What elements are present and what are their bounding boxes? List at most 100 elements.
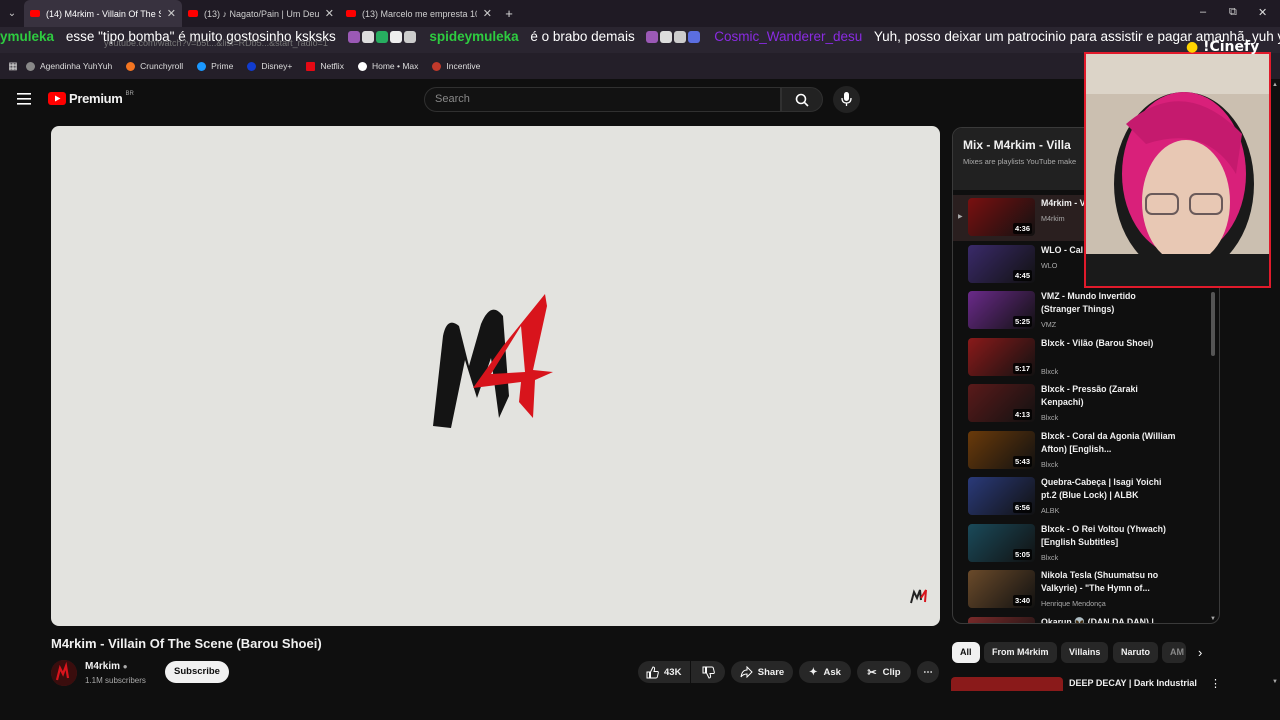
playlist-item-channel: WLO: [1041, 261, 1058, 270]
playlist-item-title[interactable]: VMZ - Mundo Invertido (Stranger Things): [1041, 290, 1176, 316]
chat-username: ymuleka: [0, 29, 55, 44]
share-button[interactable]: Share: [731, 661, 793, 683]
playlist-item[interactable]: 5:25 VMZ - Mundo Invertido (Stranger Thin…: [953, 288, 1211, 334]
bookmark-item[interactable]: Prime: [197, 61, 233, 71]
ask-button[interactable]: ✦ Ask: [799, 661, 851, 683]
playlist-item-title[interactable]: Blxck - O Rei Voltou (Yhwach) [English S…: [1041, 523, 1176, 549]
playlist-thumbnail[interactable]: 4:13: [968, 384, 1035, 422]
browser-tab[interactable]: (14) M4rkim - Villain Of The Sc ✕: [24, 0, 182, 27]
page-scroll-up-icon[interactable]: ▲: [1272, 82, 1278, 88]
playlist-item-channel: ALBK: [1041, 506, 1060, 515]
channel-watermark-icon[interactable]: [909, 588, 929, 604]
duration-badge: 3:40: [1012, 595, 1032, 606]
scrollbar-thumb[interactable]: [1211, 292, 1215, 356]
close-icon[interactable]: ✕: [325, 7, 334, 20]
apps-grid-icon[interactable]: ▦: [0, 61, 26, 72]
playlist-item-channel: Blxck: [1041, 413, 1059, 422]
playlist-item-title[interactable]: Blxck - Pressão (Zaraki Kenpachi): [1041, 383, 1176, 409]
new-tab-button[interactable]: +: [498, 6, 520, 21]
browser-tab[interactable]: (13) Marcelo me empresta 100 ✕: [340, 0, 498, 27]
recommended-thumbnail[interactable]: [951, 677, 1063, 691]
streamer-webcam: [1084, 52, 1271, 288]
playlist-thumbnail[interactable]: 5:43: [968, 431, 1035, 469]
playlist-thumbnail[interactable]: 5:25: [968, 291, 1035, 329]
bookmark-item[interactable]: Disney+: [247, 61, 292, 71]
search-button[interactable]: [781, 87, 823, 112]
bookmark-label: Crunchyroll: [140, 61, 184, 71]
close-icon[interactable]: ✕: [167, 7, 176, 20]
incentive-icon: [432, 61, 442, 71]
playlist-thumbnail[interactable]: 5:17: [968, 338, 1035, 376]
chip-all[interactable]: All: [952, 642, 980, 663]
playlist-item[interactable]: 4:13 Blxck - Pressão (Zaraki Kenpachi) Blx…: [953, 381, 1211, 427]
chat-emotes: [347, 29, 422, 44]
playlist-item[interactable]: 5:43 Blxck - Coral da Agonia (William Aft…: [953, 428, 1211, 474]
recommended-title[interactable]: DEEP DECAY | Dark Industrial: [1069, 678, 1197, 688]
playlist-thumbnail[interactable]: 6:56: [968, 477, 1035, 515]
close-icon[interactable]: ✕: [483, 7, 492, 20]
chip-am[interactable]: AM: [1162, 642, 1186, 663]
playlist-thumbnail[interactable]: [968, 617, 1035, 623]
playlist-item-title[interactable]: Okarun 👽 (DAN DA DAN) |: [1041, 616, 1176, 623]
menu-icon[interactable]: [17, 93, 31, 105]
dislike-button[interactable]: [691, 661, 725, 683]
bookmark-label: Home • Max: [371, 61, 419, 71]
stream-brand-label: ● !Cinefy: [1186, 39, 1259, 55]
video-player[interactable]: [51, 126, 940, 626]
channel-name[interactable]: M4rkim ●: [85, 661, 128, 672]
globe-icon: [26, 61, 35, 71]
bookmark-item[interactable]: Agendinha YuhYuh: [26, 61, 112, 71]
voice-search-button[interactable]: [833, 86, 860, 113]
search-input[interactable]: Search: [424, 87, 781, 112]
minimize-icon[interactable]: –: [1200, 6, 1206, 18]
chip-villains[interactable]: Villains: [1061, 642, 1109, 663]
clip-button[interactable]: ✂ Clip: [857, 661, 911, 683]
playlist-item-title[interactable]: Blxck - Vilão (Barou Shoei): [1041, 337, 1176, 350]
subscribe-button[interactable]: Subscribe: [165, 661, 229, 683]
playlist-item[interactable]: Okarun 👽 (DAN DA DAN) |: [953, 614, 1211, 623]
like-button[interactable]: 43K: [638, 661, 690, 683]
chevron-right-icon[interactable]: ›: [1198, 645, 1202, 660]
logo-text: Premium: [69, 91, 123, 106]
tab-title: (14) M4rkim - Villain Of The Sc: [46, 8, 161, 19]
playlist-item[interactable]: 6:56 Quebra-Cabeça | Isagi Yoichi pt.2 (B…: [953, 474, 1211, 520]
chip-naruto[interactable]: Naruto: [1113, 642, 1158, 663]
playlist-item-channel: M4rkim: [1041, 214, 1065, 223]
playlist-item[interactable]: 5:17 Blxck - Vilão (Barou Shoei) Blxck: [953, 335, 1211, 381]
chip-from-channel[interactable]: From M4rkim: [984, 642, 1057, 663]
duration-badge: 5:25: [1012, 316, 1032, 327]
mic-icon: [841, 92, 852, 106]
youtube-premium-logo[interactable]: Premium BR: [48, 91, 134, 106]
more-vert-icon[interactable]: ⋮: [1210, 677, 1221, 690]
close-window-icon[interactable]: ✕: [1258, 6, 1267, 19]
playlist-thumbnail[interactable]: 3:40: [968, 570, 1035, 608]
bookmark-label: Agendinha YuhYuh: [40, 61, 113, 71]
youtube-icon: [30, 10, 40, 17]
playlist-item[interactable]: 5:05 Blxck - O Rei Voltou (Yhwach) [Engli…: [953, 521, 1211, 567]
playlist-item[interactable]: 3:40 Nikola Tesla (Shuumatsu no Valkyrie)…: [953, 567, 1211, 613]
browser-tab[interactable]: (13) ♪ Nagato/Pain | Um Deus | ✕: [182, 0, 340, 27]
bookmark-item[interactable]: Netflix: [306, 61, 344, 71]
tab-search-icon[interactable]: ⌄: [0, 8, 24, 19]
bookmark-item[interactable]: Incentive: [432, 61, 480, 71]
channel-avatar[interactable]: [51, 660, 77, 686]
bookmark-item[interactable]: Home • Max: [357, 61, 419, 71]
chat-message: é o brabo demais: [530, 29, 635, 44]
maximize-icon[interactable]: ⧉: [1229, 6, 1237, 19]
subscriber-count: 1.1M subscribers: [85, 676, 146, 685]
playlist-thumbnail[interactable]: 4:45: [968, 245, 1035, 283]
playlist-item-title[interactable]: Blxck - Coral da Agonia (William Afton) …: [1041, 430, 1176, 456]
webcam-feed: [1086, 54, 1269, 286]
playlist-item-title[interactable]: Nikola Tesla (Shuumatsu no Valkyrie) - "…: [1041, 569, 1176, 595]
playlist-item-channel: Blxck: [1041, 553, 1059, 562]
playlist-thumbnail[interactable]: 4:36: [968, 198, 1035, 236]
page-scroll-down-icon[interactable]: ▼: [1272, 679, 1278, 685]
playlist-item-title[interactable]: Quebra-Cabeça | Isagi Yoichi pt.2 (Blue …: [1041, 476, 1176, 502]
address-bar-url[interactable]: youtube.com/watch?v=b5t...&list=RDb5...&…: [104, 38, 328, 48]
more-actions-button[interactable]: ⋯: [917, 661, 939, 683]
scroll-down-icon[interactable]: ▼: [1210, 616, 1216, 622]
playlist-thumbnail[interactable]: 5:05: [968, 524, 1035, 562]
bookmark-item[interactable]: Crunchyroll: [126, 61, 183, 71]
duration-badge: 5:17: [1012, 363, 1032, 374]
playlist-title: Mix - M4rkim - Villa: [963, 138, 1071, 152]
